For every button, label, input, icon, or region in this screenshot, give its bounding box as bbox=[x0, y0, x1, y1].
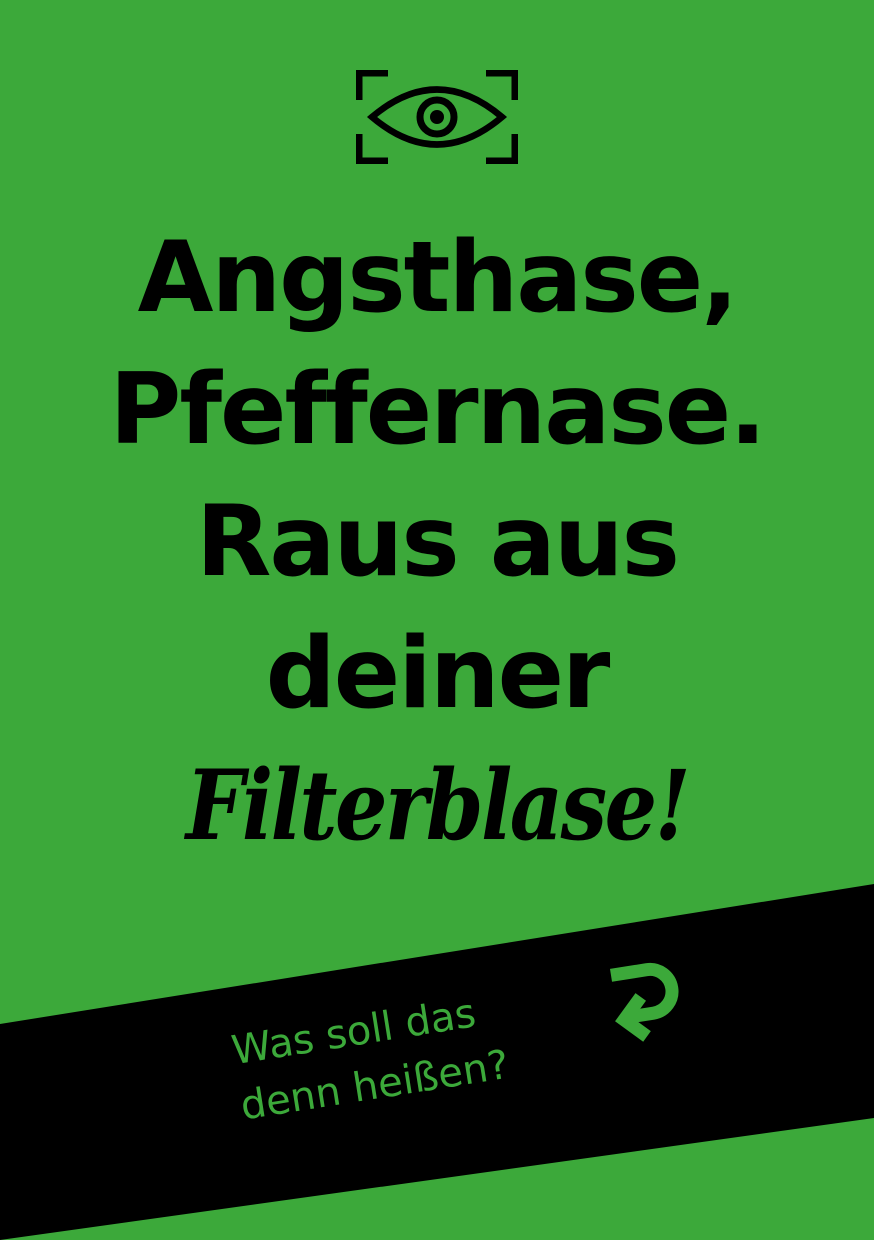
eye-viewfinder-icon bbox=[356, 70, 518, 164]
return-arrow-icon[interactable] bbox=[596, 953, 706, 1063]
headline-line-1: Angsthase, bbox=[137, 221, 739, 335]
headline-line-2: Pfeffernase. bbox=[109, 353, 767, 467]
headline-line-5-blackletter: Filterblase! bbox=[185, 749, 691, 862]
headline: Angsthase, Pfeffernase. Raus aus deiner … bbox=[0, 212, 874, 872]
headline-line-3: Raus aus bbox=[195, 485, 680, 599]
poster: Angsthase, Pfeffernase. Raus aus deiner … bbox=[0, 0, 874, 1240]
headline-line-4: deiner bbox=[265, 617, 611, 731]
cta-text[interactable]: Was soll das denn heißen? bbox=[228, 981, 513, 1134]
